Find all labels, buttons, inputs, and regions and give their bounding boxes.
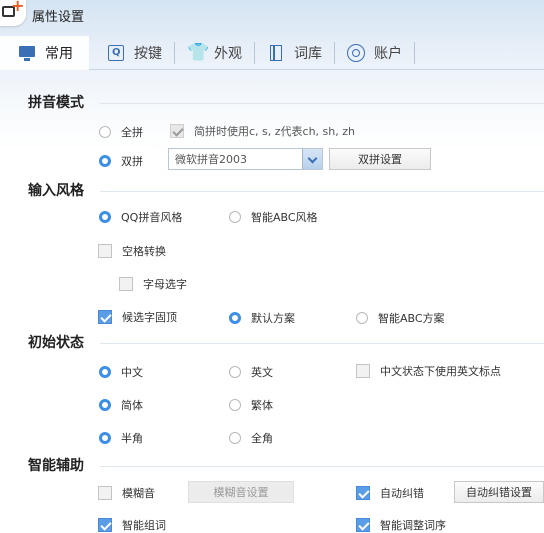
checkbox-indicator [119, 277, 133, 291]
option-label: 智能ABC方案 [378, 312, 445, 325]
option-label: 双拼 [121, 155, 143, 168]
checkbox-auto-correct[interactable]: 自动纠错 [356, 485, 424, 501]
fuzzy-settings-button[interactable]: 模糊音设置 [188, 481, 294, 503]
option-label: 智能调整词序 [380, 519, 446, 532]
radio-indicator [99, 399, 111, 411]
tab-keys[interactable]: Q 按键 [89, 36, 174, 70]
radio-indicator [99, 211, 111, 223]
account-icon [347, 43, 365, 62]
shuangpin-scheme-select[interactable]: 微软拼音2003 [168, 148, 323, 170]
checkbox-indicator [356, 518, 370, 532]
option-label: 英文 [251, 366, 273, 379]
radio-half-width[interactable]: 半角 [99, 430, 143, 446]
radio-full-width[interactable]: 全角 [229, 430, 273, 446]
option-label: 简体 [121, 399, 143, 412]
tab-bar: 常用 Q 按键 👕 外观 词库 账户 [0, 35, 544, 70]
radio-english[interactable]: 英文 [229, 364, 273, 380]
option-label: 繁体 [251, 399, 273, 412]
checkbox-smart-phrase[interactable]: 智能组词 [98, 517, 166, 533]
book-icon [267, 44, 285, 62]
option-label: 智能ABC风格 [251, 211, 318, 224]
section-divider [100, 103, 544, 104]
auto-correct-settings-button[interactable]: 自动纠错设置 [454, 481, 544, 503]
section-title-smart-assist: 智能辅助 [28, 458, 84, 474]
option-label: 自动纠错 [380, 487, 424, 500]
keyboard-icon: Q [107, 44, 125, 62]
radio-indicator [99, 366, 111, 378]
radio-indicator [229, 211, 241, 223]
option-label: QQ拼音风格 [121, 211, 183, 224]
radio-simplified[interactable]: 简体 [99, 397, 143, 413]
radio-qq-style[interactable]: QQ拼音风格 [99, 209, 182, 225]
checkbox-candidate-fix[interactable]: 候选字固顶 [98, 309, 177, 325]
option-label: 字母选字 [143, 278, 187, 291]
shuangpin-settings-button[interactable]: 双拼设置 [329, 148, 431, 170]
section-divider [100, 191, 544, 192]
option-label: 半角 [121, 432, 143, 445]
radio-abc-scheme[interactable]: 智能ABC方案 [356, 310, 445, 326]
section-title-pinyin-mode: 拼音模式 [28, 95, 84, 111]
checkbox-fuzzy[interactable]: 模糊音 [98, 485, 155, 501]
shirt-icon: 👕 [187, 41, 210, 63]
checkbox-indicator [170, 124, 184, 138]
tab-general[interactable]: 常用 [0, 35, 89, 70]
radio-indicator [229, 312, 241, 324]
tab-label: 常用 [45, 45, 73, 62]
radio-indicator [229, 432, 241, 444]
radio-full-pinyin[interactable]: 全拼 [99, 124, 143, 140]
select-value: 微软拼音2003 [175, 153, 247, 166]
checkbox-indicator [98, 486, 112, 500]
checkbox-indicator [356, 486, 370, 500]
section-title-initial-state: 初始状态 [28, 335, 84, 351]
radio-indicator [99, 155, 111, 167]
tab-dictionary[interactable]: 词库 [255, 36, 334, 70]
checkbox-space-convert[interactable]: 空格转换 [98, 243, 166, 259]
tab-appearance[interactable]: 👕 外观 [175, 36, 254, 70]
checkbox-indicator [98, 518, 112, 532]
checkbox-jianpin-czs[interactable]: 简拼时使用c, s, z代表ch, sh, zh [170, 123, 355, 139]
radio-default-scheme[interactable]: 默认方案 [229, 310, 295, 326]
radio-abc-style[interactable]: 智能ABC风格 [229, 209, 318, 225]
app-logo-icon: + [0, 0, 26, 26]
option-label: 简拼时使用c, s, z代表ch, sh, zh [194, 125, 355, 138]
checkbox-indicator [356, 364, 370, 378]
checkbox-smart-adjust[interactable]: 智能调整词序 [356, 517, 446, 533]
radio-indicator [229, 366, 241, 378]
checkbox-indicator [98, 244, 112, 258]
tab-label: 外观 [214, 45, 242, 62]
title-bar: + 属性设置 [0, 0, 544, 32]
option-label: 全角 [251, 432, 273, 445]
radio-indicator [99, 126, 111, 138]
option-label: 中文状态下使用英文标点 [380, 365, 501, 378]
window-title: 属性设置 [32, 10, 85, 25]
option-label: 中文 [121, 366, 143, 379]
tab-divider [414, 41, 415, 64]
option-label: 候选字固顶 [122, 311, 177, 324]
chevron-down-icon[interactable] [302, 149, 322, 169]
tab-label: 词库 [294, 45, 322, 62]
radio-chinese[interactable]: 中文 [99, 364, 143, 380]
option-label: 默认方案 [251, 312, 295, 325]
section-divider [100, 466, 544, 467]
radio-indicator [229, 399, 241, 411]
section-divider [100, 343, 544, 344]
tab-label: 按键 [134, 45, 162, 62]
radio-indicator [99, 432, 111, 444]
radio-indicator [356, 312, 368, 324]
radio-shuangpin[interactable]: 双拼 [99, 153, 143, 169]
radio-traditional[interactable]: 繁体 [229, 397, 273, 413]
tab-label: 账户 [374, 45, 402, 62]
tab-account[interactable]: 账户 [335, 36, 414, 70]
checkbox-letter-select[interactable]: 字母选字 [119, 276, 187, 292]
option-label: 空格转换 [122, 245, 166, 258]
option-label: 全拼 [121, 126, 143, 139]
checkbox-english-punct[interactable]: 中文状态下使用英文标点 [356, 363, 501, 379]
monitor-icon [18, 44, 36, 62]
option-label: 模糊音 [122, 487, 155, 500]
option-label: 智能组词 [122, 519, 166, 532]
section-title-input-style: 输入风格 [28, 183, 84, 199]
checkbox-indicator [98, 310, 112, 324]
